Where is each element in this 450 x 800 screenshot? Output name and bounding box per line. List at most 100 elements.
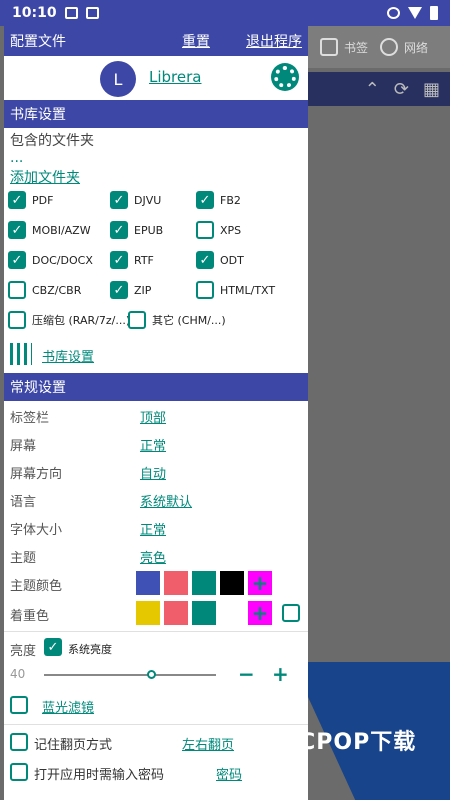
accent-checkbox[interactable] — [282, 604, 300, 622]
theme-value[interactable]: 亮色 — [140, 547, 166, 566]
password-link[interactable]: 密码 — [216, 764, 242, 783]
fontsize-value[interactable]: 正常 — [140, 519, 166, 538]
remember-page-checkbox[interactable] — [10, 733, 28, 751]
checkbox-icon: ✓ — [110, 221, 128, 239]
add-color-icon: + — [251, 601, 269, 625]
format-checkbox[interactable]: ✓ MOBI/AZW — [8, 221, 91, 239]
sliders-icon — [10, 343, 32, 365]
format-label: XPS — [220, 223, 242, 237]
exit-button[interactable]: 退出程序 — [246, 31, 302, 51]
library-settings-row[interactable]: 书库设置 — [4, 337, 308, 373]
setting-language: 语言 系统默认 — [4, 485, 308, 513]
checkbox-icon: ✓ — [8, 221, 26, 239]
setting-bluelight: 蓝光滤镜 — [4, 688, 308, 722]
format-checkbox[interactable]: ✓ ODT — [196, 251, 244, 269]
format-checkbox[interactable]: ✓ RTF — [110, 251, 154, 269]
grid-view-icon[interactable]: ▦ — [423, 79, 440, 100]
format-label: ZIP — [134, 283, 152, 297]
profile-title: 配置文件 — [10, 34, 66, 50]
tab-bookmark[interactable]: 书签 — [320, 38, 368, 56]
screen-value[interactable]: 正常 — [140, 435, 166, 454]
checkbox-icon — [8, 281, 26, 299]
password-checkbox[interactable] — [10, 763, 28, 781]
brightness-track[interactable] — [44, 674, 216, 676]
plus-button[interactable]: + — [272, 662, 289, 686]
theme-color-swatch[interactable] — [136, 571, 160, 595]
page-mode-link[interactable]: 左右翻页 — [182, 734, 234, 753]
profile-row: L Librera — [4, 56, 308, 100]
format-checkbox[interactable]: ✓ DJVU — [110, 191, 161, 209]
background-tabs: 书签 网络 — [308, 26, 450, 68]
bluelight-checkbox[interactable] — [10, 696, 28, 714]
system-brightness-checkbox[interactable]: ✓ — [44, 638, 62, 656]
gear-icon[interactable] — [274, 66, 296, 88]
setting-fontsize: 字体大小 正常 — [4, 513, 308, 541]
accent-color-swatch[interactable] — [136, 601, 160, 625]
accent-color-swatch[interactable]: + — [248, 601, 272, 625]
language-label: 语言 — [10, 495, 37, 510]
wifi-icon — [408, 7, 422, 19]
setting-theme: 主题 亮色 — [4, 541, 308, 569]
avatar[interactable]: L — [100, 61, 136, 97]
format-checkboxes: ✓ PDF ✓ DJVU ✓ FB2 ✓ MOBI/AZW ✓ EPUB XPS ✓ DOC/DOCX ✓… — [4, 187, 308, 337]
format-checkbox[interactable]: 压缩包 (RAR/7z/...) — [8, 311, 130, 329]
theme-label: 主题 — [10, 551, 37, 566]
format-checkbox[interactable]: ✓ ZIP — [110, 281, 151, 299]
format-label: EPUB — [134, 223, 164, 237]
format-checkbox[interactable]: XPS — [196, 221, 241, 239]
checkbox-icon: ✓ — [196, 191, 214, 209]
orientation-label: 屏幕方向 — [10, 467, 63, 482]
format-label: CBZ/CBR — [32, 283, 82, 297]
profile-name[interactable]: Librera — [149, 68, 201, 86]
format-checkbox[interactable]: ✓ EPUB — [110, 221, 163, 239]
accent-color-swatch[interactable] — [164, 601, 188, 625]
orientation-value[interactable]: 自动 — [140, 463, 166, 482]
theme-color-label: 主题颜色 — [10, 579, 63, 594]
format-label: FB2 — [220, 193, 241, 207]
accent-color-swatch[interactable] — [220, 601, 244, 625]
password-label: 打开应用时需输入密码 — [34, 768, 165, 783]
format-label: 压缩包 (RAR/7z/...) — [32, 314, 131, 327]
reset-button[interactable]: 重置 — [182, 31, 210, 51]
checkbox-icon — [128, 311, 146, 329]
add-color-icon: + — [251, 571, 269, 595]
theme-color-swatch[interactable] — [192, 571, 216, 595]
setting-brightness: 亮度 ✓ 系统亮度 — [4, 634, 308, 662]
tabbar-value[interactable]: 顶部 — [140, 407, 166, 426]
checkbox-icon: ✓ — [8, 191, 26, 209]
language-value[interactable]: 系统默认 — [140, 491, 192, 510]
brightness-slider-row: 40 − + — [4, 662, 308, 688]
format-checkbox[interactable]: ✓ DOC/DOCX — [8, 251, 93, 269]
format-checkbox[interactable]: 其它 (CHM/...) — [128, 311, 226, 329]
format-checkbox[interactable]: ✓ FB2 — [196, 191, 241, 209]
theme-color-swatch[interactable] — [220, 571, 244, 595]
refresh-icon[interactable]: ⟳ — [394, 79, 409, 100]
format-label: DOC/DOCX — [32, 253, 93, 267]
library-settings-link[interactable]: 书库设置 — [42, 346, 94, 365]
add-folder-link[interactable]: 添加文件夹 — [4, 167, 308, 187]
format-checkbox[interactable]: HTML/TXT — [196, 281, 275, 299]
screen-label: 屏幕 — [10, 439, 37, 454]
format-checkbox[interactable]: ✓ PDF — [8, 191, 53, 209]
theme-color-swatch[interactable]: + — [248, 571, 272, 595]
fontsize-label: 字体大小 — [10, 523, 63, 538]
checkbox-icon: ✓ — [8, 251, 26, 269]
setting-orientation: 屏幕方向 自动 — [4, 457, 308, 485]
chevron-up-icon[interactable]: ⌃ — [365, 79, 380, 100]
format-checkbox[interactable]: CBZ/CBR — [8, 281, 81, 299]
folders-value[interactable]: ... — [4, 151, 308, 165]
setting-tabbar: 标签栏 顶部 — [4, 401, 308, 429]
bluelight-link[interactable]: 蓝光滤镜 — [42, 697, 94, 716]
theme-color-swatch[interactable] — [164, 571, 188, 595]
accent-color-swatch[interactable] — [192, 601, 216, 625]
background-toolbar: ⌃ ⟳ ▦ — [308, 72, 450, 106]
tab-network[interactable]: 网络 — [380, 38, 428, 56]
brightness-knob[interactable] — [146, 670, 156, 679]
format-label: DJVU — [134, 193, 162, 207]
status-bar: 10:10 — [0, 0, 450, 26]
checkbox-icon — [196, 281, 214, 299]
checkbox-icon: ✓ — [110, 251, 128, 269]
minus-button[interactable]: − — [238, 662, 255, 686]
drawer-header: 配置文件 重置 退出程序 — [4, 26, 308, 56]
globe-icon — [380, 38, 399, 56]
